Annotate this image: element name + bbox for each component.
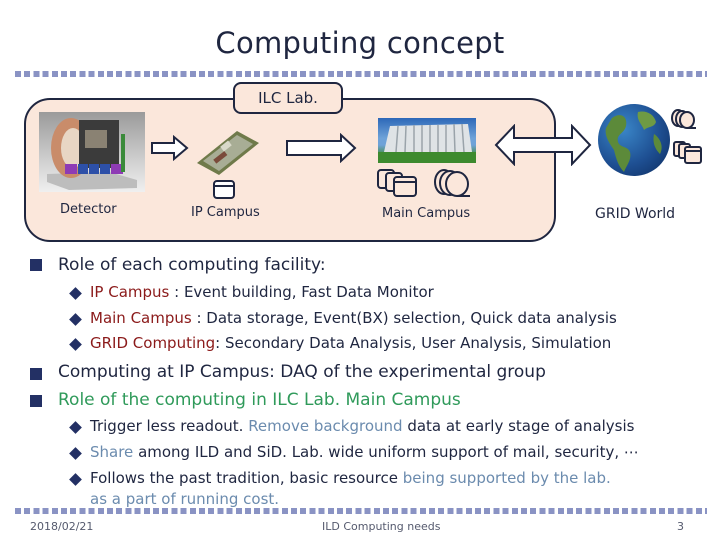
footer-title: ILD Computing needs — [322, 520, 441, 533]
sub-bullet-main-campus: Main Campus : Data storage, Event(BX) se… — [90, 309, 617, 327]
sub-bullet-trigger-less: Trigger less readout. Remove background … — [90, 417, 634, 435]
diamond-bullet-icon — [69, 447, 82, 460]
highlight-term: GRID Computing — [90, 334, 216, 352]
square-bullet-icon — [30, 259, 42, 271]
footer-divider — [15, 508, 707, 514]
sub-bullet-text: Follows the past tradition, basic resour… — [90, 469, 403, 487]
footer-date: 2018/02/21 — [30, 520, 94, 533]
tape-storage-icon — [671, 109, 696, 129]
diamond-bullet-icon — [69, 338, 82, 351]
highlight-term: Remove background — [248, 417, 403, 435]
sub-bullet-share: Share among ILD and SiD. Lab. wide unifo… — [90, 443, 639, 461]
diamond-bullet-icon — [69, 287, 82, 300]
page-number: 3 — [677, 520, 684, 533]
sub-bullet-tradition: Follows the past tradition, basic resour… — [90, 469, 611, 487]
diamond-bullet-icon — [69, 421, 82, 434]
square-bullet-icon — [30, 395, 42, 407]
sub-bullet-text: : Data storage, Event(BX) selection, Qui… — [191, 309, 617, 327]
disk-array-icon — [673, 141, 702, 164]
arrow-right-icon — [151, 135, 189, 161]
diamond-bullet-icon — [69, 473, 82, 486]
detector-label: Detector — [60, 202, 117, 217]
title-divider — [15, 71, 707, 77]
sub-bullet-text: : Secondary Data Analysis, User Analysis… — [215, 334, 612, 352]
sub-bullet-text: among ILD and SiD. Lab. wide uniform sup… — [133, 443, 639, 461]
diamond-bullet-icon — [69, 313, 82, 326]
highlight-term: Share — [90, 443, 134, 461]
ilc-lab-tag: ILC Lab. — [233, 82, 343, 114]
main-campus-image — [378, 118, 476, 163]
disk-storage-icon — [213, 180, 235, 199]
highlight-term: being supported by the lab. — [402, 469, 611, 487]
ip-campus-label: IP Campus — [191, 205, 260, 220]
bidirectional-arrow-icon — [494, 124, 592, 166]
slide-title: Computing concept — [215, 26, 505, 60]
bullet-role-main-campus: Role of the computing in ILC Lab. Main C… — [58, 390, 461, 410]
highlight-term: Main Campus — [90, 309, 192, 327]
daq-board-image — [197, 131, 259, 175]
sub-bullet-ip-campus: IP Campus : Event building, Fast Data Mo… — [90, 283, 434, 301]
sub-bullet-text: data at early stage of analysis — [402, 417, 635, 435]
bullet-ip-campus-daq: Computing at IP Campus: DAQ of the exper… — [58, 362, 546, 382]
highlight-term: IP Campus — [90, 283, 170, 301]
arrow-right-icon — [286, 133, 357, 163]
grid-world-label: GRID World — [595, 206, 676, 222]
sub-bullet-text: : Event building, Fast Data Monitor — [169, 283, 434, 301]
sub-bullet-grid: GRID Computing: Secondary Data Analysis,… — [90, 334, 611, 352]
sub-bullet-continuation: as a part of running cost. — [90, 490, 280, 508]
sub-bullet-text: Trigger less readout. — [90, 417, 249, 435]
square-bullet-icon — [30, 368, 42, 380]
bullet-role-facilities: Role of each computing facility: — [58, 255, 326, 275]
main-campus-label: Main Campus — [382, 206, 471, 221]
detector-image — [39, 112, 145, 192]
tape-storage-icon — [434, 169, 470, 197]
disk-array-icon — [377, 169, 417, 197]
globe-image — [598, 104, 670, 176]
